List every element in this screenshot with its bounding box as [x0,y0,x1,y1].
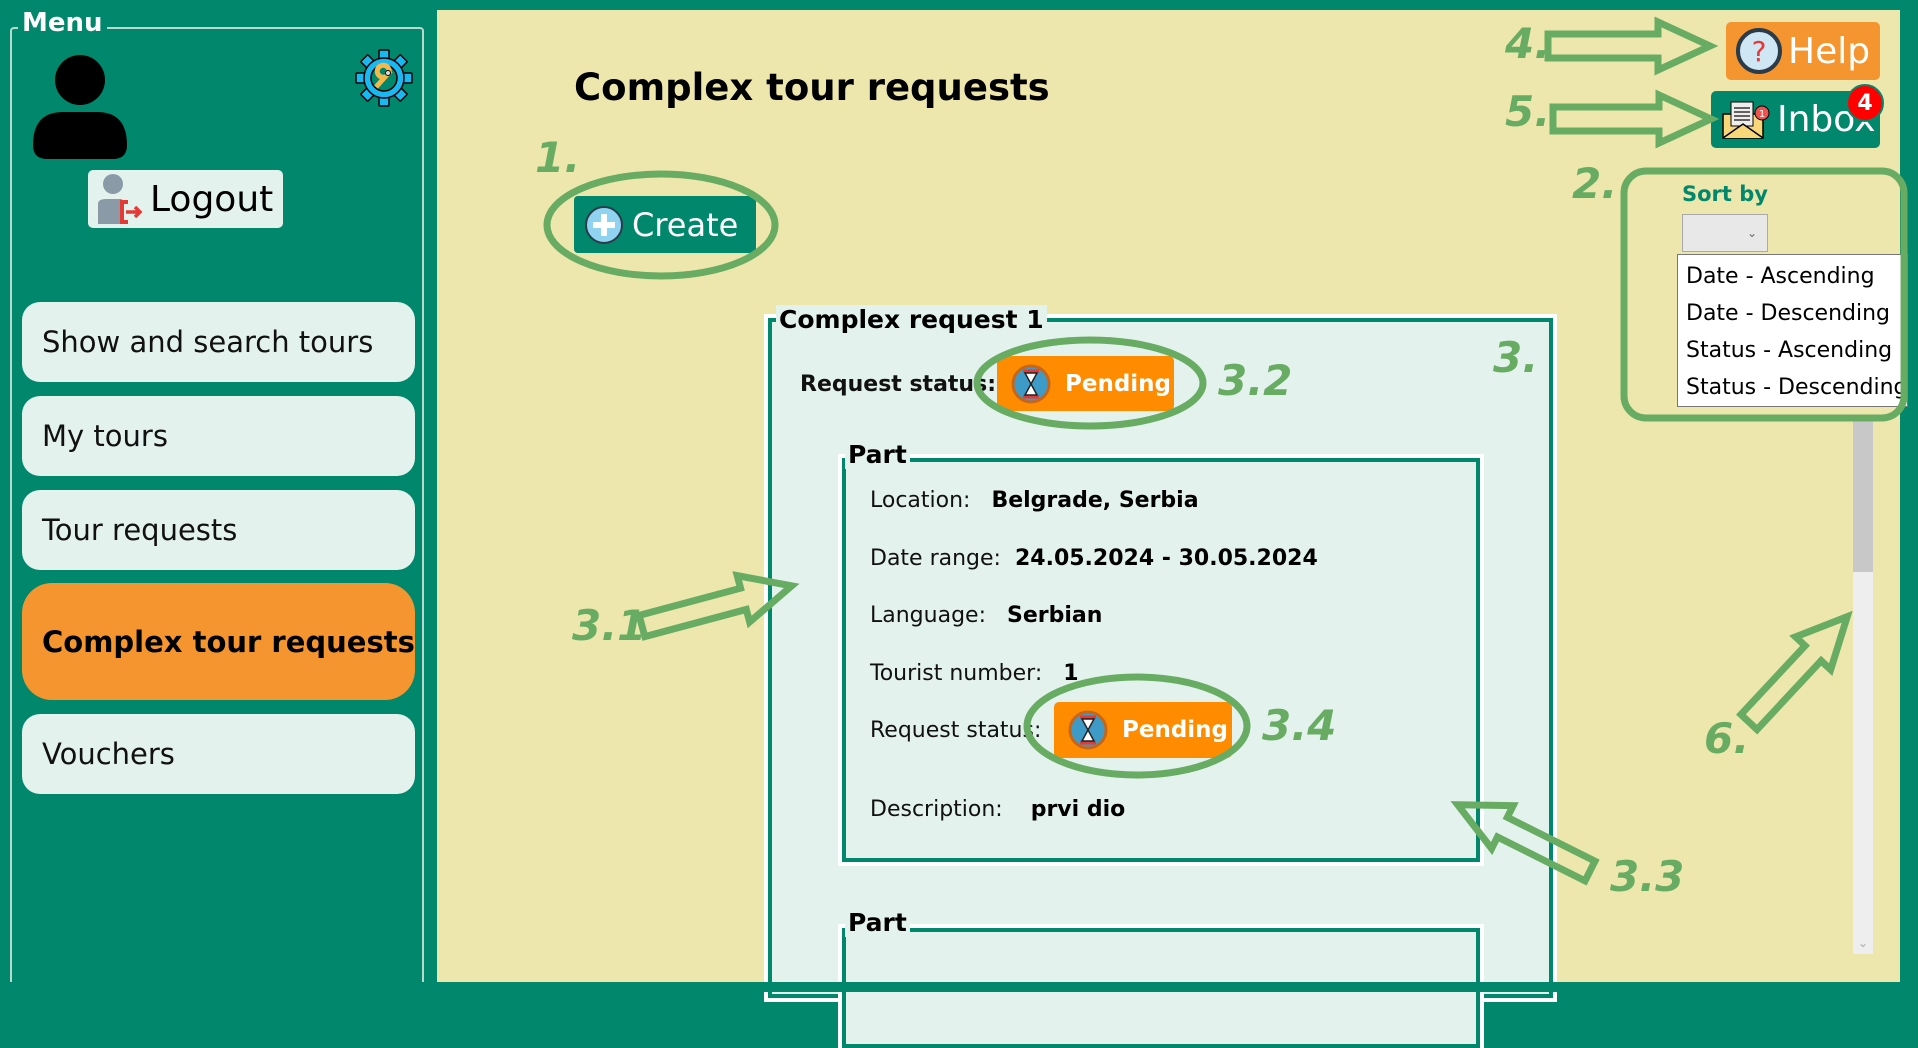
scrollbar-thumb[interactable] [1853,416,1873,572]
sidebar-item-tour-requests[interactable]: Tour requests [22,490,415,570]
sort-option-status-ascending[interactable]: Status - Ascending [1678,333,1907,370]
nav-label: Complex tour requests [42,624,415,659]
date-range-value: 24.05.2024 - 30.05.2024 [1014,546,1318,571]
logout-button[interactable]: Logout [88,170,283,228]
inbox-count-badge: 4 [1846,84,1884,122]
hourglass-icon [1011,364,1051,403]
nav-label: My tours [42,419,168,453]
create-button[interactable]: Create [574,196,756,253]
hourglass-icon [1068,710,1108,750]
nav-label: Tour requests [42,513,238,547]
vertical-scrollbar[interactable]: ⌄ [1853,416,1873,954]
sidebar-item-vouchers[interactable]: Vouchers [22,714,415,794]
scroll-down-arrow-icon[interactable]: ⌄ [1853,936,1873,950]
location-value: Belgrade, Serbia [991,488,1199,513]
logout-label: Logout [150,178,274,220]
sidebar-item-complex-tour-requests[interactable]: Complex tour requests [22,583,415,700]
sort-option-status-descending[interactable]: Status - Descending [1678,370,1908,407]
sidebar-item-show-and-search-tours[interactable]: Show and search tours [22,302,415,382]
help-label: Help [1788,30,1871,72]
svg-text:?: ? [1752,35,1767,68]
menu-legend: Menu [18,8,107,38]
tourist-number-value: 1 [1063,661,1079,686]
nav-label: Show and search tours [42,325,374,359]
help-question-icon: ? [1736,28,1782,74]
part-status-badge: Pending [1054,702,1232,758]
tourist-number-label: Tourist number: [870,661,1043,686]
location-label: Location: [870,488,971,513]
sort-by-label: Sort by [1682,182,1768,206]
user-avatar-icon [33,55,127,159]
status-text: Pending [1122,717,1229,743]
language-label: Language: [870,603,986,628]
help-button[interactable]: ? Help [1726,22,1880,80]
request-status-badge: Pending [997,356,1174,411]
page-title: Complex tour requests [574,66,1050,109]
sort-select[interactable]: ⌄ [1682,214,1768,252]
request-status-label: Request status: [800,372,996,397]
logout-icon [98,174,143,224]
plus-circle-icon [585,205,623,244]
description-value: prvi dio [1030,797,1126,822]
description-label: Description: [870,797,1003,822]
sidebar-item-my-tours[interactable]: My tours [22,396,415,476]
create-label: Create [632,205,739,244]
nav-label: Vouchers [42,737,175,771]
sort-option-date-descending[interactable]: Date - Descending [1678,296,1907,333]
sort-option-date-ascending[interactable]: Date - Ascending [1678,259,1907,296]
part-status-label: Request status: [870,718,1042,743]
status-text: Pending [1065,370,1172,397]
part-title: Part [845,908,910,937]
mail-icon-count: 1 [1759,109,1765,120]
window-bottom-border [0,982,1918,992]
date-range-label: Date range: [870,546,1001,571]
chevron-down-icon: ⌄ [1746,226,1757,240]
mail-envelope-icon: 1 [1722,101,1770,139]
language-value: Serbian [1006,603,1103,628]
request-title: Complex request 1 [776,305,1047,334]
part-title: Part [845,440,910,469]
settings-gear-icon[interactable] [355,49,413,107]
sort-dropdown-list: Date - Ascending Date - Descending Statu… [1677,254,1908,407]
